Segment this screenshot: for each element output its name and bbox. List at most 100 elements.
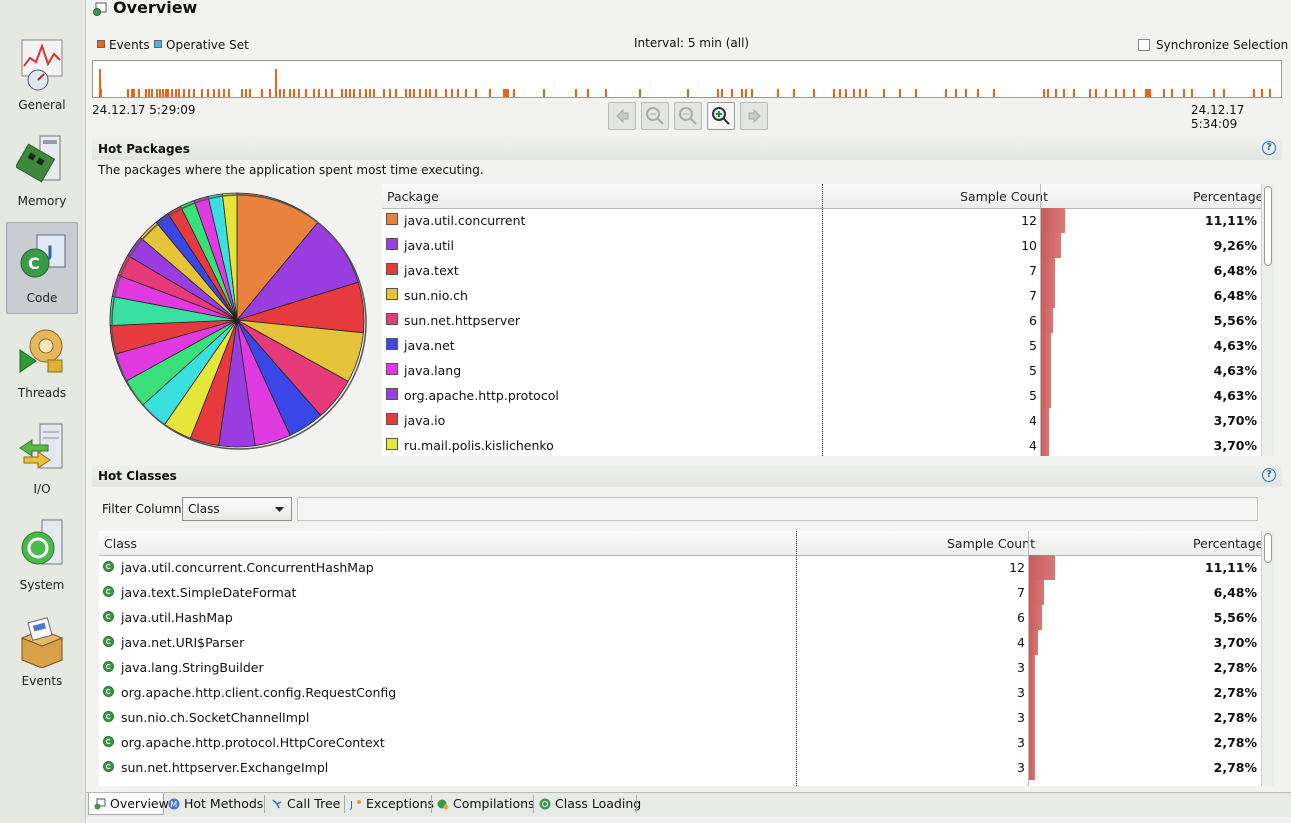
table-row[interactable]: java.util 10 9,26% [382,233,1274,258]
tab-class-loading[interactable]: Class Loading [539,793,641,815]
col-package[interactable]: Package [387,189,439,204]
sidebar-item-events[interactable]: Events [6,606,78,698]
help-icon[interactable]: ? [1262,468,1276,482]
filter-column-select[interactable]: Class [182,497,292,521]
timeline-event-tick [241,89,243,97]
table-row[interactable]: org.apache.http.protocol 5 4,63% [382,383,1274,408]
timeline-event-tick [178,89,180,97]
sample-count: 7 [1029,288,1037,303]
table-row[interactable]: java.lang 5 4,63% [382,358,1274,383]
memory-chip-icon [16,135,61,183]
code-class-icon: J C [20,234,66,278]
table-row[interactable]: sun.net.httpserver.ExchangeImpl 3 2,78% [99,755,1274,780]
tab-call-tree[interactable]: Call Tree [271,793,340,815]
packages-scrollbar[interactable] [1261,184,1274,456]
package-color-swatch [386,413,398,425]
tab-divider [264,795,265,813]
timeline-event-tick [193,89,195,97]
table-row[interactable]: java.text 7 6,48% [382,258,1274,283]
col-percentage[interactable]: Percentage [1193,189,1263,204]
timeline-events-svg [99,69,1271,97]
timeline-event-tick [839,89,841,97]
table-row[interactable]: java.util.concurrent.ConcurrentHashMap 12… [99,555,1274,580]
sync-selection[interactable]: Synchronize Selection [1138,38,1288,52]
tab-overview[interactable]: Overview [88,793,169,815]
sidebar-item-memory[interactable]: Memory [6,126,78,218]
class-icon [103,611,114,622]
table-row[interactable]: java.io 4 3,70% [382,408,1274,433]
sample-count: 3 [1017,735,1025,750]
percentage-value: 3,70% [1213,635,1257,650]
sidebar-item-threads[interactable]: Threads [6,318,78,410]
timeline-event-tick [457,89,459,97]
tab-exceptions[interactable]: J Exceptions [350,793,434,815]
tab-compilations[interactable]: Compilations [437,793,535,815]
timeline-event-tick [1163,89,1165,97]
classes-scrollbar[interactable] [1261,531,1274,786]
table-row[interactable]: java.util.HashMap 6 5,56% [99,605,1274,630]
scrollbar-thumb[interactable] [1264,533,1272,563]
sidebar-item-code[interactable]: J C Code [6,222,78,314]
col-sample-count[interactable]: Sample Count [960,189,1048,204]
sidebar-item-label: Code [26,291,58,305]
hot-packages-description: The packages where the application spent… [98,163,484,177]
sidebar-item-general[interactable]: General [6,30,78,122]
col-percentage[interactable]: Percentage [1193,536,1263,551]
timeline-graph[interactable] [92,60,1282,98]
zoom-out-button[interactable] [674,102,702,130]
table-row[interactable]: java.util.concurrent 12 11,11% [382,208,1274,233]
tab-hot-methods[interactable]: M Hot Methods [168,793,263,815]
timeline-event-tick [451,89,453,97]
timeline-event-tick [489,89,491,97]
table-row[interactable]: sun.net.httpserver 6 5,56% [382,308,1274,333]
filter-input[interactable] [297,497,1258,521]
help-icon[interactable]: ? [1262,141,1276,155]
sample-count: 7 [1029,263,1037,278]
svg-text:M: M [170,800,177,809]
sample-count: 3 [1017,660,1025,675]
svg-text:C: C [28,254,40,273]
scroll-left-button[interactable] [608,102,636,130]
table-row[interactable]: java.lang.StringBuilder 3 2,78% [99,655,1274,680]
timeline-event-tick [899,89,901,97]
sample-count: 3 [1017,685,1025,700]
sidebar-item-system[interactable]: System [6,510,78,602]
sidebar-item-io[interactable]: I/O [6,414,78,506]
table-row[interactable]: sun.nio.ch.SocketChannelImpl 3 2,78% [99,705,1274,730]
table-row[interactable]: java.net 5 4,63% [382,333,1274,358]
timeline-event-tick [965,89,967,97]
class-icon [103,686,114,697]
timeline-event-tick [413,89,415,97]
timeline-event-tick [435,89,437,97]
scrollbar-thumb[interactable] [1264,186,1272,266]
timeline-event-tick [405,89,407,97]
table-row[interactable]: java.net.URI$Parser 4 3,70% [99,630,1274,655]
sample-count: 5 [1029,363,1037,378]
table-row[interactable]: sun.nio.ch 7 6,48% [382,283,1274,308]
col-class[interactable]: Class [104,536,137,551]
table-row[interactable]: java.text.SimpleDateFormat 7 6,48% [99,580,1274,605]
timeline-event-tick [575,89,577,97]
scroll-right-button[interactable] [740,102,768,130]
timeline-event-tick [341,89,343,97]
timeline-event-tick [165,89,167,97]
timeline-event-tick [269,89,271,97]
col-sample-count[interactable]: Sample Count [947,536,1035,551]
timeline-event-tick [318,89,320,97]
timeline-event-tick [1261,89,1263,97]
table-row[interactable]: ru.mail.polis.kislichenko 4 3,70% [382,433,1274,456]
operative-swatch [154,40,162,48]
sample-count: 12 [1021,213,1037,228]
timeline-event-tick [1269,89,1271,97]
package-name: java.net [404,338,455,353]
sidebar-item-label: System [19,578,65,592]
zoom-in-button[interactable] [707,102,735,130]
interval-label: Interval: 5 min (all) [634,36,750,50]
sync-checkbox[interactable] [1138,39,1150,51]
table-row[interactable]: org.apache.http.protocol.HttpCoreContext… [99,730,1274,755]
percentage-value: 11,11% [1204,213,1257,228]
timeline-event-tick [365,89,367,97]
percentage-value: 2,78% [1213,710,1257,725]
table-row[interactable]: org.apache.http.client.config.RequestCon… [99,680,1274,705]
zoom-out-all-button[interactable] [641,102,669,130]
